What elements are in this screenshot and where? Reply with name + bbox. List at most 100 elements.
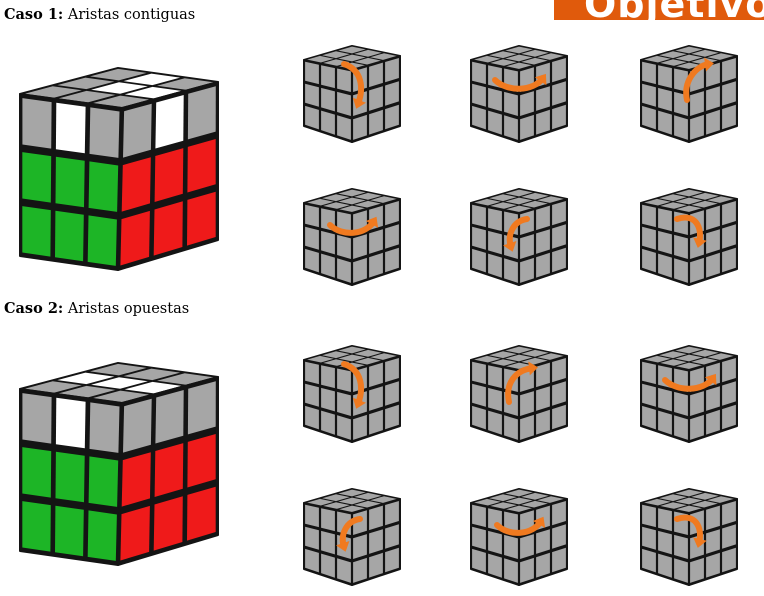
cube-sticker <box>706 505 720 531</box>
cube-sticker <box>674 391 688 416</box>
cube-sticker <box>337 68 351 92</box>
cube-sticker <box>153 201 183 256</box>
cube-sticker <box>154 443 184 497</box>
cube-sticker <box>722 58 736 83</box>
cube-sticker <box>369 62 383 88</box>
cube-right-face <box>117 376 219 566</box>
cube-sticker <box>321 530 335 555</box>
case-1-step-1-cube <box>303 45 401 143</box>
cube-sticker <box>472 226 486 250</box>
cube-sticker <box>321 365 335 389</box>
cube-left-face <box>640 359 690 443</box>
cube-sticker <box>369 362 383 388</box>
cube-right-face <box>518 55 568 143</box>
cube-sticker <box>642 226 656 250</box>
cube-sticker <box>488 365 502 389</box>
cube-sticker <box>642 361 656 385</box>
cube-sticker <box>187 139 216 193</box>
cube-left-face <box>470 502 520 586</box>
cube-sticker <box>552 358 566 383</box>
cube-sticker <box>658 208 672 232</box>
cube-sticker <box>472 361 486 385</box>
case-1-step-2-cube <box>470 45 568 143</box>
cube-left-face <box>303 59 353 143</box>
cube-sticker <box>88 161 119 212</box>
cube-sticker <box>472 504 486 528</box>
case-1-step-5-cube <box>470 188 568 286</box>
cube-left-face <box>303 202 353 286</box>
cube-sticker <box>706 205 720 231</box>
case-2-step-6-cube <box>640 488 738 586</box>
cube-sticker <box>536 362 550 388</box>
cube-sticker <box>337 391 351 416</box>
cube-sticker <box>22 501 51 552</box>
case-1-title: Aristas contiguas <box>67 7 196 23</box>
case-1-step-4-cube <box>303 188 401 286</box>
cube-sticker <box>155 390 184 444</box>
cube-right-face <box>518 198 568 286</box>
cube-sticker <box>321 387 335 412</box>
cube-sticker <box>722 501 736 526</box>
cube-sticker <box>305 526 319 550</box>
cube-sticker <box>642 383 656 407</box>
cube-sticker <box>674 234 688 259</box>
cube-right-face <box>351 498 401 586</box>
cube-sticker <box>87 510 117 561</box>
cube-sticker <box>722 358 736 383</box>
case-2-step-3-cube <box>640 345 738 443</box>
cube-sticker <box>642 504 656 528</box>
cube-sticker <box>321 65 335 89</box>
cube-sticker <box>642 526 656 550</box>
cube-sticker <box>55 451 85 503</box>
cube-sticker <box>22 447 52 498</box>
cube-sticker <box>536 205 550 231</box>
cube-sticker <box>89 107 120 158</box>
banner-text: Objetivo <box>584 0 764 20</box>
cube-sticker <box>552 201 566 226</box>
cube-sticker <box>488 387 502 412</box>
cube-right-face <box>518 498 568 586</box>
cube-sticker <box>337 234 351 259</box>
cube-sticker <box>305 361 319 385</box>
cube-sticker <box>321 230 335 255</box>
cube-sticker <box>385 58 399 83</box>
case-2-step-2-cube <box>470 345 568 443</box>
cube-sticker <box>658 387 672 412</box>
cube-sticker <box>123 103 152 158</box>
cube-sticker <box>123 398 152 453</box>
cube-left-face <box>19 388 123 566</box>
cube-sticker <box>658 508 672 532</box>
cube-sticker <box>89 402 120 453</box>
cube-sticker <box>488 530 502 555</box>
cube-left-face <box>303 359 353 443</box>
cube-sticker <box>488 208 502 232</box>
cube-sticker <box>642 61 656 85</box>
cube-sticker <box>55 156 85 208</box>
cube-sticker <box>642 83 656 107</box>
cube-sticker <box>504 534 518 559</box>
case-2-title: Aristas opuestas <box>67 301 190 317</box>
case-2-label: Caso 2: <box>4 300 64 317</box>
cube-sticker <box>369 505 383 531</box>
cube-sticker <box>674 534 688 559</box>
cube-sticker <box>187 381 216 435</box>
cube-sticker <box>154 148 184 202</box>
cube-sticker <box>55 102 86 154</box>
cube-sticker <box>658 65 672 89</box>
cube-sticker <box>658 230 672 255</box>
case-2-step-5-cube <box>470 488 568 586</box>
cube-sticker <box>472 204 486 228</box>
cube-sticker <box>305 83 319 107</box>
cube-sticker <box>187 486 216 541</box>
objetivo-banner: Objetivo <box>554 0 764 20</box>
cube-right-face <box>351 198 401 286</box>
cube-sticker <box>55 397 86 449</box>
cube-sticker <box>337 91 351 116</box>
cube-sticker <box>305 226 319 250</box>
cube-sticker <box>153 496 183 551</box>
cube-sticker <box>305 204 319 228</box>
cube-left-face <box>470 59 520 143</box>
cube-sticker <box>305 383 319 407</box>
cube-sticker <box>488 230 502 255</box>
cube-sticker <box>120 210 150 266</box>
